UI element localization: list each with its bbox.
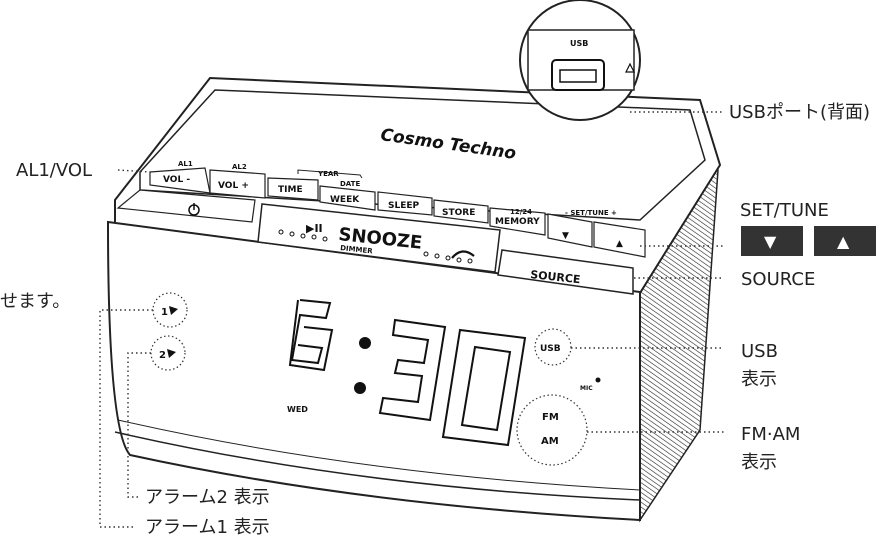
mem-small-label: 12/24 [510, 208, 532, 216]
fmam-callout-2: 表示 [741, 452, 777, 473]
snooze-play-icon: ▶II [306, 222, 323, 235]
usb-display-callout-2: 表示 [741, 369, 777, 390]
vol-minus-label: VOL - [163, 175, 190, 185]
al2-small-label: AL2 [232, 163, 247, 171]
week-label: WEEK [330, 195, 360, 205]
clock-diagram: Cosmo Techno USB VOL - AL1 VOL + AL2 TIM… [0, 0, 876, 538]
al1-small-label: AL1 [178, 160, 193, 168]
truncated-left-text: せます。 [0, 291, 70, 312]
usb-inset-label: USB [570, 39, 588, 48]
down-label: ▼ [562, 231, 569, 241]
usb-display-callout-1: USB [741, 341, 778, 362]
sleep-label: SLEEP [388, 201, 420, 211]
settune-keys: ▼ ▲ [741, 226, 876, 256]
mic-dot [595, 377, 601, 383]
memory-label: MEMORY [495, 217, 540, 227]
alarm2-callout: アラーム2 表示 [145, 487, 270, 508]
settune-callout: SET/TUNE [740, 200, 829, 221]
usb-port-callout: USBポート(背面) [729, 102, 870, 123]
alarm1-callout: アラーム1 表示 [145, 517, 270, 538]
alarm2-number: 2 [159, 350, 166, 361]
al1vol-callout: AL1/VOL [16, 160, 92, 181]
settune-small-label: - SET/TUNE + [565, 209, 617, 217]
mic-label: MIC [580, 385, 593, 392]
day-indicator: WED [287, 405, 308, 414]
year-label: YEAR [317, 170, 339, 178]
usb-port-inset: USB [519, 0, 641, 121]
up-label: ▲ [616, 239, 623, 249]
fm-label: FM [542, 412, 559, 423]
alarm1-number: 1 [161, 307, 168, 318]
source-callout: SOURCE [741, 269, 815, 290]
settune-up-icon: ▲ [837, 232, 850, 251]
date-label: DATE [340, 180, 360, 188]
store-label: STORE [442, 208, 475, 218]
settune-down-icon: ▼ [764, 232, 777, 251]
vol-plus-label: VOL + [218, 181, 249, 191]
time-label: TIME [278, 185, 303, 195]
usb-indicator-label: USB [540, 344, 561, 354]
am-label: AM [541, 436, 559, 447]
fmam-callout-1: FM·AM [741, 424, 800, 445]
fm-am-indicator [516, 394, 588, 466]
